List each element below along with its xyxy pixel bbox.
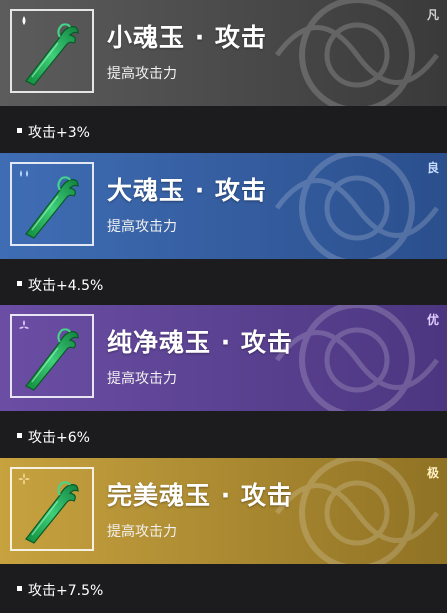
bullet-icon bbox=[17, 281, 22, 286]
item-subtitle: 提高攻击力 bbox=[107, 219, 177, 235]
stat-text: 攻击+4.5% bbox=[28, 278, 104, 294]
item-icon-frame[interactable] bbox=[10, 9, 94, 93]
stat-row: 攻击+6% bbox=[0, 411, 447, 457]
item-icon-frame[interactable] bbox=[10, 314, 94, 398]
ornament-pattern bbox=[274, 0, 440, 106]
jade-dagger-icon bbox=[25, 23, 79, 86]
ornament-pattern bbox=[274, 153, 440, 259]
item-icon-frame[interactable] bbox=[10, 162, 94, 246]
card-header: 纯净魂玉 · 攻击 提高攻击力 优 bbox=[0, 305, 447, 411]
rarity-tier-label: 良 bbox=[426, 161, 439, 175]
jade-dagger-icon bbox=[25, 176, 79, 239]
item-title: 大魂玉 · 攻击 bbox=[107, 176, 267, 205]
rarity-tier-label: 优 bbox=[426, 313, 439, 327]
stat-row: 攻击+4.5% bbox=[0, 259, 447, 305]
jade-dagger-icon bbox=[25, 328, 79, 391]
rarity-tier-label: 凡 bbox=[426, 8, 439, 22]
stat-row: 攻击+7.5% bbox=[0, 564, 447, 610]
stat-text: 攻击+3% bbox=[28, 125, 90, 141]
card-header: 完美魂玉 · 攻击 提高攻击力 极 bbox=[0, 458, 447, 564]
rarity-tier-label: 极 bbox=[426, 466, 439, 480]
item-subtitle: 提高攻击力 bbox=[107, 66, 177, 82]
bullet-icon bbox=[17, 433, 22, 438]
item-title: 纯净魂玉 · 攻击 bbox=[107, 328, 293, 357]
stat-text: 攻击+6% bbox=[28, 430, 90, 446]
item-title: 小魂玉 · 攻击 bbox=[107, 23, 267, 52]
item-title: 完美魂玉 · 攻击 bbox=[107, 481, 293, 510]
card-header: 大魂玉 · 攻击 提高攻击力 良 bbox=[0, 153, 447, 259]
stat-text: 攻击+7.5% bbox=[28, 583, 104, 599]
bullet-icon bbox=[17, 128, 22, 133]
stat-row: 攻击+3% bbox=[0, 106, 447, 152]
item-subtitle: 提高攻击力 bbox=[107, 371, 177, 387]
card-header: 小魂玉 · 攻击 提高攻击力 凡 bbox=[0, 0, 447, 106]
item-subtitle: 提高攻击力 bbox=[107, 524, 177, 540]
bullet-icon bbox=[17, 586, 22, 591]
jade-dagger-icon bbox=[25, 481, 79, 544]
item-icon-frame[interactable] bbox=[10, 467, 94, 551]
